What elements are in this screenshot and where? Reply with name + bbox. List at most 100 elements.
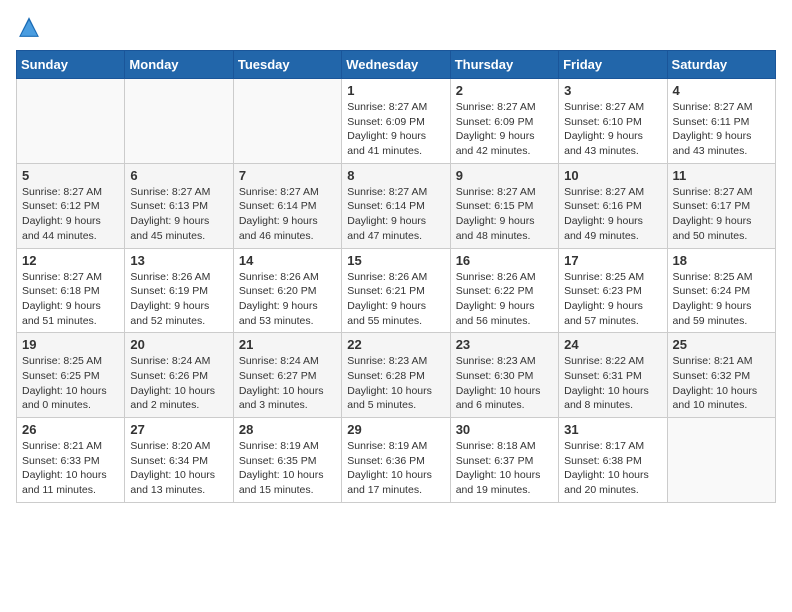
day-info: Sunrise: 8:25 AM Sunset: 6:25 PM Dayligh… — [22, 354, 119, 413]
calendar-cell: 23 Sunrise: 8:23 AM Sunset: 6:30 PM Dayli… — [450, 333, 558, 418]
day-number: 12 — [22, 253, 119, 268]
day-header-sunday: Sunday — [17, 51, 125, 79]
day-number: 10 — [564, 168, 661, 183]
calendar-cell — [125, 79, 233, 164]
day-info: Sunrise: 8:24 AM Sunset: 6:26 PM Dayligh… — [130, 354, 227, 413]
calendar-cell: 5Sunrise: 8:27 AM Sunset: 6:12 PM Daylig… — [17, 163, 125, 248]
calendar-cell: 2 Sunrise: 8:27 AM Sunset: 6:09 PM Daylig… — [450, 79, 558, 164]
day-number: 28 — [239, 422, 336, 437]
day-number: 2 — [456, 83, 553, 98]
calendar-cell: 10 Sunrise: 8:27 AM Sunset: 6:16 PM Dayli… — [559, 163, 667, 248]
day-info: Sunrise: 8:21 AM Sunset: 6:32 PM Dayligh… — [673, 354, 770, 413]
calendar-cell: 13 Sunrise: 8:26 AM Sunset: 6:19 PM Dayli… — [125, 248, 233, 333]
day-info: Sunrise: 8:27 AM Sunset: 6:17 PM Dayligh… — [673, 185, 770, 244]
day-number: 25 — [673, 337, 770, 352]
day-header-wednesday: Wednesday — [342, 51, 450, 79]
day-info: Sunrise: 8:27 AM Sunset: 6:09 PM Dayligh… — [347, 100, 444, 159]
calendar-cell: 24 Sunrise: 8:22 AM Sunset: 6:31 PM Dayli… — [559, 333, 667, 418]
calendar-cell: 28 Sunrise: 8:19 AM Sunset: 6:35 PM Dayli… — [233, 418, 341, 503]
page-header — [16, 16, 776, 38]
day-number: 14 — [239, 253, 336, 268]
calendar-cell: 30 Sunrise: 8:18 AM Sunset: 6:37 PM Dayli… — [450, 418, 558, 503]
calendar-cell — [667, 418, 775, 503]
calendar-cell: 8Sunrise: 8:27 AM Sunset: 6:14 PM Daylig… — [342, 163, 450, 248]
calendar-cell — [17, 79, 125, 164]
day-number: 23 — [456, 337, 553, 352]
calendar-cell — [233, 79, 341, 164]
day-info: Sunrise: 8:25 AM Sunset: 6:24 PM Dayligh… — [673, 270, 770, 329]
day-number: 16 — [456, 253, 553, 268]
day-header-thursday: Thursday — [450, 51, 558, 79]
calendar-cell: 16Sunrise: 8:26 AM Sunset: 6:22 PM Dayli… — [450, 248, 558, 333]
day-number: 13 — [130, 253, 227, 268]
week-row-2: 5Sunrise: 8:27 AM Sunset: 6:12 PM Daylig… — [17, 163, 776, 248]
day-number: 24 — [564, 337, 661, 352]
day-info: Sunrise: 8:26 AM Sunset: 6:20 PM Dayligh… — [239, 270, 336, 329]
day-number: 7 — [239, 168, 336, 183]
day-info: Sunrise: 8:19 AM Sunset: 6:35 PM Dayligh… — [239, 439, 336, 498]
calendar-cell: 11Sunrise: 8:27 AM Sunset: 6:17 PM Dayli… — [667, 163, 775, 248]
day-info: Sunrise: 8:27 AM Sunset: 6:09 PM Dayligh… — [456, 100, 553, 159]
calendar-cell: 26 Sunrise: 8:21 AM Sunset: 6:33 PM Dayli… — [17, 418, 125, 503]
day-info: Sunrise: 8:27 AM Sunset: 6:15 PM Dayligh… — [456, 185, 553, 244]
calendar-cell: 31 Sunrise: 8:17 AM Sunset: 6:38 PM Dayli… — [559, 418, 667, 503]
day-info: Sunrise: 8:23 AM Sunset: 6:28 PM Dayligh… — [347, 354, 444, 413]
day-header-friday: Friday — [559, 51, 667, 79]
day-info: Sunrise: 8:27 AM Sunset: 6:11 PM Dayligh… — [673, 100, 770, 159]
day-info: Sunrise: 8:24 AM Sunset: 6:27 PM Dayligh… — [239, 354, 336, 413]
day-info: Sunrise: 8:21 AM Sunset: 6:33 PM Dayligh… — [22, 439, 119, 498]
day-number: 9 — [456, 168, 553, 183]
day-header-tuesday: Tuesday — [233, 51, 341, 79]
calendar-cell: 18 Sunrise: 8:25 AM Sunset: 6:24 PM Dayli… — [667, 248, 775, 333]
day-number: 3 — [564, 83, 661, 98]
day-info: Sunrise: 8:27 AM Sunset: 6:13 PM Dayligh… — [130, 185, 227, 244]
calendar-cell: 4 Sunrise: 8:27 AM Sunset: 6:11 PM Daylig… — [667, 79, 775, 164]
calendar-cell: 1 Sunrise: 8:27 AM Sunset: 6:09 PM Daylig… — [342, 79, 450, 164]
day-number: 1 — [347, 83, 444, 98]
day-number: 8 — [347, 168, 444, 183]
day-number: 21 — [239, 337, 336, 352]
day-info: Sunrise: 8:27 AM Sunset: 6:16 PM Dayligh… — [564, 185, 661, 244]
day-number: 22 — [347, 337, 444, 352]
day-info: Sunrise: 8:27 AM Sunset: 6:14 PM Dayligh… — [239, 185, 336, 244]
day-number: 6 — [130, 168, 227, 183]
calendar-cell: 21 Sunrise: 8:24 AM Sunset: 6:27 PM Dayli… — [233, 333, 341, 418]
day-number: 19 — [22, 337, 119, 352]
day-header-monday: Monday — [125, 51, 233, 79]
week-row-1: 1 Sunrise: 8:27 AM Sunset: 6:09 PM Daylig… — [17, 79, 776, 164]
day-info: Sunrise: 8:23 AM Sunset: 6:30 PM Dayligh… — [456, 354, 553, 413]
day-info: Sunrise: 8:27 AM Sunset: 6:10 PM Dayligh… — [564, 100, 661, 159]
calendar-cell: 12Sunrise: 8:27 AM Sunset: 6:18 PM Dayli… — [17, 248, 125, 333]
calendar-cell: 7 Sunrise: 8:27 AM Sunset: 6:14 PM Daylig… — [233, 163, 341, 248]
day-number: 17 — [564, 253, 661, 268]
day-number: 18 — [673, 253, 770, 268]
day-info: Sunrise: 8:17 AM Sunset: 6:38 PM Dayligh… — [564, 439, 661, 498]
day-number: 15 — [347, 253, 444, 268]
day-number: 30 — [456, 422, 553, 437]
day-number: 31 — [564, 422, 661, 437]
calendar-table: SundayMondayTuesdayWednesdayThursdayFrid… — [16, 50, 776, 503]
calendar-cell: 25 Sunrise: 8:21 AM Sunset: 6:32 PM Dayli… — [667, 333, 775, 418]
day-info: Sunrise: 8:26 AM Sunset: 6:19 PM Dayligh… — [130, 270, 227, 329]
day-info: Sunrise: 8:25 AM Sunset: 6:23 PM Dayligh… — [564, 270, 661, 329]
header-row: SundayMondayTuesdayWednesdayThursdayFrid… — [17, 51, 776, 79]
week-row-5: 26 Sunrise: 8:21 AM Sunset: 6:33 PM Dayli… — [17, 418, 776, 503]
day-info: Sunrise: 8:20 AM Sunset: 6:34 PM Dayligh… — [130, 439, 227, 498]
day-info: Sunrise: 8:22 AM Sunset: 6:31 PM Dayligh… — [564, 354, 661, 413]
day-number: 27 — [130, 422, 227, 437]
logo-icon — [18, 16, 40, 38]
calendar-cell: 22 Sunrise: 8:23 AM Sunset: 6:28 PM Dayli… — [342, 333, 450, 418]
day-number: 5 — [22, 168, 119, 183]
day-number: 4 — [673, 83, 770, 98]
day-number: 26 — [22, 422, 119, 437]
calendar-cell: 3 Sunrise: 8:27 AM Sunset: 6:10 PM Daylig… — [559, 79, 667, 164]
week-row-3: 12Sunrise: 8:27 AM Sunset: 6:18 PM Dayli… — [17, 248, 776, 333]
calendar-cell: 27 Sunrise: 8:20 AM Sunset: 6:34 PM Dayli… — [125, 418, 233, 503]
calendar-cell: 29Sunrise: 8:19 AM Sunset: 6:36 PM Dayli… — [342, 418, 450, 503]
day-number: 20 — [130, 337, 227, 352]
week-row-4: 19 Sunrise: 8:25 AM Sunset: 6:25 PM Dayli… — [17, 333, 776, 418]
day-info: Sunrise: 8:18 AM Sunset: 6:37 PM Dayligh… — [456, 439, 553, 498]
calendar-cell: 15Sunrise: 8:26 AM Sunset: 6:21 PM Dayli… — [342, 248, 450, 333]
day-info: Sunrise: 8:19 AM Sunset: 6:36 PM Dayligh… — [347, 439, 444, 498]
calendar-cell: 6 Sunrise: 8:27 AM Sunset: 6:13 PM Daylig… — [125, 163, 233, 248]
